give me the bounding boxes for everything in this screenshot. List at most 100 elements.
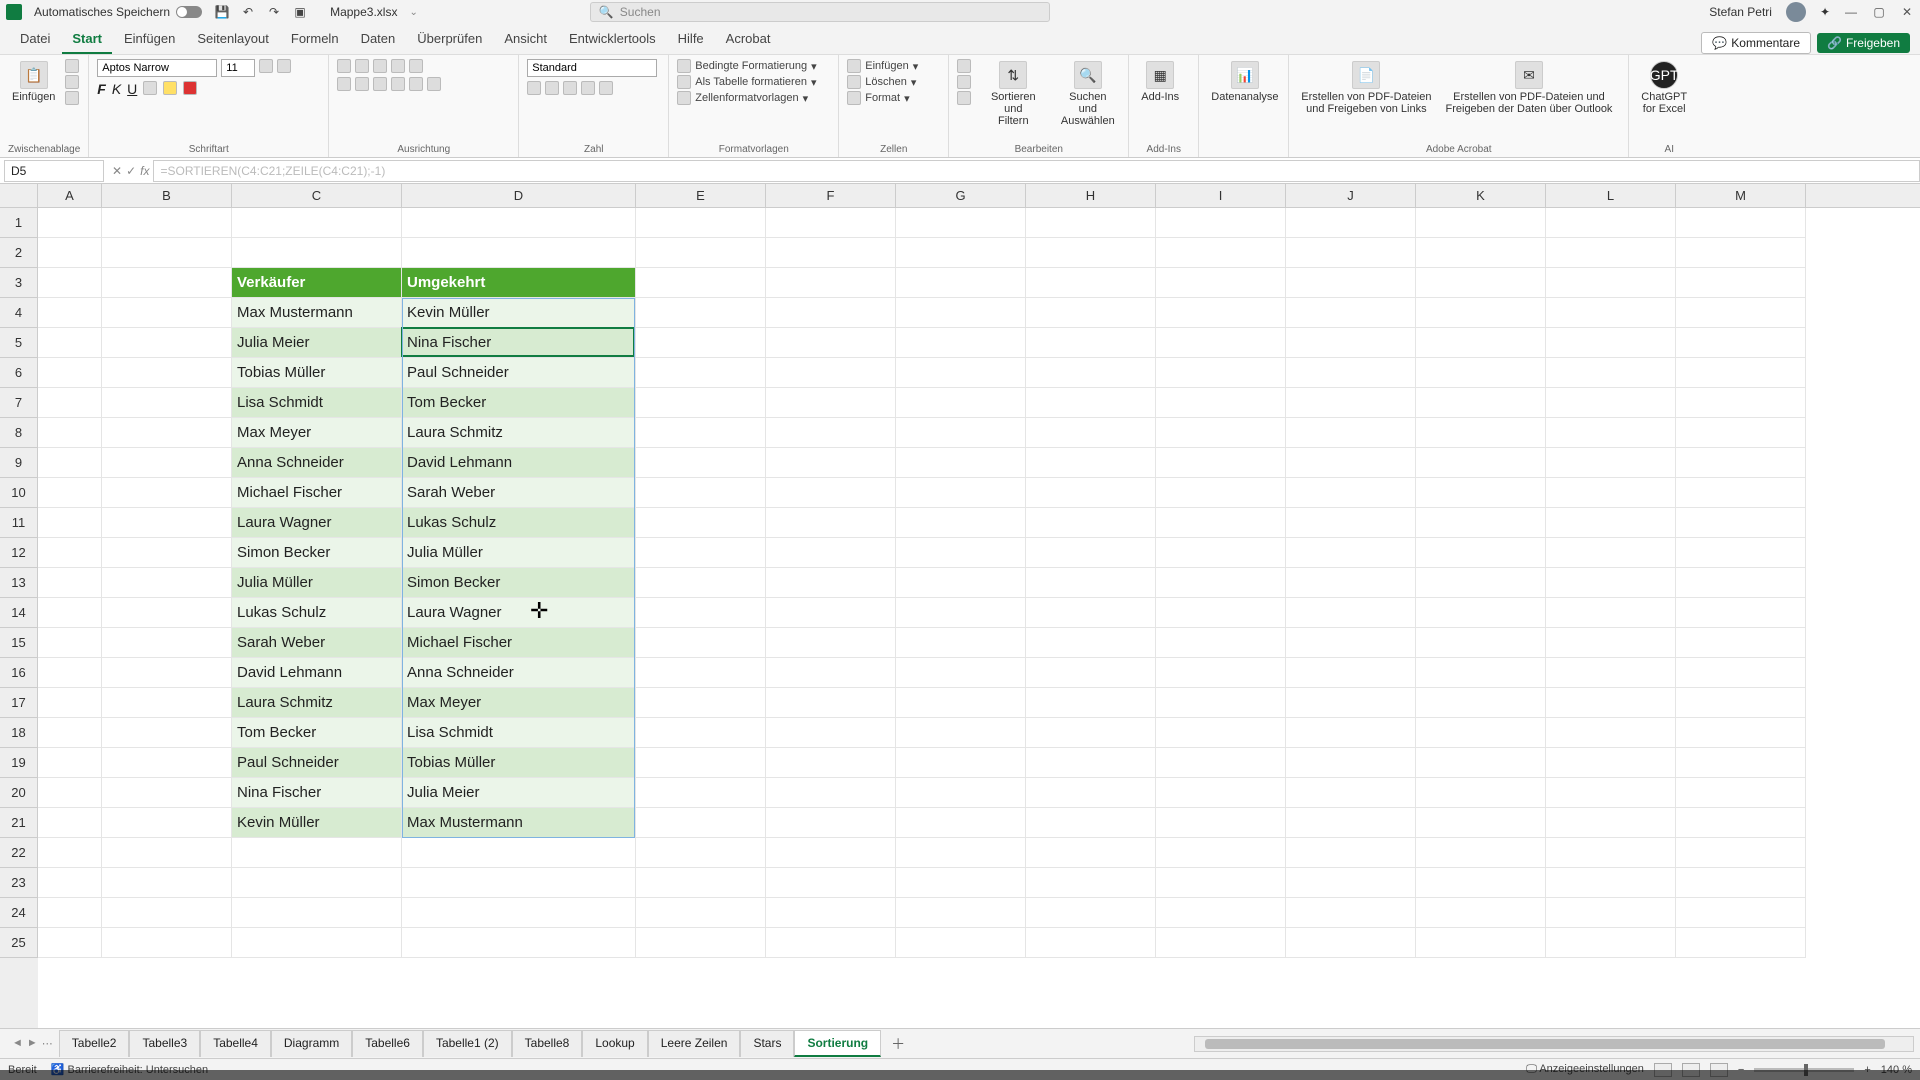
cell-D23[interactable] [402,868,636,898]
cell-F6[interactable] [766,358,896,388]
cell-F9[interactable] [766,448,896,478]
cell-F16[interactable] [766,658,896,688]
cell-D1[interactable] [402,208,636,238]
row-header-8[interactable]: 8 [0,418,38,448]
dec-decimal-icon[interactable] [599,81,613,95]
cell-B5[interactable] [102,328,232,358]
cell-C25[interactable] [232,928,402,958]
fill-color-icon[interactable] [163,81,177,95]
cell-E2[interactable] [636,238,766,268]
cell-H4[interactable] [1026,298,1156,328]
cell-L3[interactable] [1546,268,1676,298]
tab-entwicklertools[interactable]: Entwicklertools [559,27,666,54]
cell-A18[interactable] [38,718,102,748]
cell-M22[interactable] [1676,838,1806,868]
cell-F20[interactable] [766,778,896,808]
cell-C6[interactable]: Tobias Müller [232,358,402,388]
find-select-button[interactable]: 🔍Suchen und Auswählen [1055,59,1120,129]
cell-F5[interactable] [766,328,896,358]
cell-B2[interactable] [102,238,232,268]
tab-daten[interactable]: Daten [351,27,406,54]
align-right-icon[interactable] [373,77,387,91]
cell-C24[interactable] [232,898,402,928]
cell-G11[interactable] [896,508,1026,538]
cell-B9[interactable] [102,448,232,478]
cell-J4[interactable] [1286,298,1416,328]
sheet-tab-leerezeilen[interactable]: Leere Zeilen [648,1030,741,1057]
cell-L22[interactable] [1546,838,1676,868]
cell-L5[interactable] [1546,328,1676,358]
cell-B17[interactable] [102,688,232,718]
cell-E19[interactable] [636,748,766,778]
cell-J5[interactable] [1286,328,1416,358]
cell-I4[interactable] [1156,298,1286,328]
cell-C8[interactable]: Max Meyer [232,418,402,448]
cell-M24[interactable] [1676,898,1806,928]
cell-L23[interactable] [1546,868,1676,898]
save-icon[interactable]: 💾 [214,4,230,20]
col-header-E[interactable]: E [636,184,766,207]
cell-A23[interactable] [38,868,102,898]
cell-B10[interactable] [102,478,232,508]
cell-G18[interactable] [896,718,1026,748]
cell-H9[interactable] [1026,448,1156,478]
format-table-button[interactable]: Als Tabelle formatieren ▾ [677,75,816,89]
cell-M9[interactable] [1676,448,1806,478]
format-cells-button[interactable]: Format ▾ [847,91,918,105]
user-name[interactable]: Stefan Petri [1709,5,1772,19]
cell-B25[interactable] [102,928,232,958]
cell-B18[interactable] [102,718,232,748]
cell-F11[interactable] [766,508,896,538]
cell-L20[interactable] [1546,778,1676,808]
cell-A17[interactable] [38,688,102,718]
cell-M13[interactable] [1676,568,1806,598]
cell-A14[interactable] [38,598,102,628]
cell-H22[interactable] [1026,838,1156,868]
cell-D14[interactable]: Laura Wagner [402,598,636,628]
cell-B13[interactable] [102,568,232,598]
cell-B19[interactable] [102,748,232,778]
cell-G22[interactable] [896,838,1026,868]
cell-D3[interactable]: Umgekehrt [402,268,636,298]
row-header-17[interactable]: 17 [0,688,38,718]
enter-fx-icon[interactable]: ✓ [126,164,136,178]
row-header-1[interactable]: 1 [0,208,38,238]
cell-G6[interactable] [896,358,1026,388]
cell-G7[interactable] [896,388,1026,418]
cell-F13[interactable] [766,568,896,598]
cell-L15[interactable] [1546,628,1676,658]
insert-cells-button[interactable]: Einfügen ▾ [847,59,918,73]
cell-H1[interactable] [1026,208,1156,238]
comma-icon[interactable] [563,81,577,95]
cell-C16[interactable]: David Lehmann [232,658,402,688]
cell-E11[interactable] [636,508,766,538]
cell-L11[interactable] [1546,508,1676,538]
row-header-18[interactable]: 18 [0,718,38,748]
row-header-19[interactable]: 19 [0,748,38,778]
sheet-nav-prev-icon[interactable]: ◄ [12,1037,23,1050]
cell-G13[interactable] [896,568,1026,598]
cell-G8[interactable] [896,418,1026,448]
cell-A24[interactable] [38,898,102,928]
cell-M3[interactable] [1676,268,1806,298]
row-headers[interactable]: 1234567891011121314151617181920212223242… [0,208,38,1028]
cell-D9[interactable]: David Lehmann [402,448,636,478]
orientation-icon[interactable] [391,59,405,73]
copy-icon[interactable] [65,75,79,89]
col-header-G[interactable]: G [896,184,1026,207]
cell-H8[interactable] [1026,418,1156,448]
cell-D10[interactable]: Sarah Weber [402,478,636,508]
column-headers[interactable]: ABCDEFGHIJKLM [38,184,1920,208]
cell-H5[interactable] [1026,328,1156,358]
col-header-M[interactable]: M [1676,184,1806,207]
cell-H3[interactable] [1026,268,1156,298]
indent-inc-icon[interactable] [409,77,423,91]
cell-M7[interactable] [1676,388,1806,418]
cell-A5[interactable] [38,328,102,358]
cell-J18[interactable] [1286,718,1416,748]
align-top-icon[interactable] [337,59,351,73]
cell-C10[interactable]: Michael Fischer [232,478,402,508]
cell-L17[interactable] [1546,688,1676,718]
filename-chevron-icon[interactable]: ⌄ [409,7,417,18]
number-format-select[interactable] [527,59,657,77]
